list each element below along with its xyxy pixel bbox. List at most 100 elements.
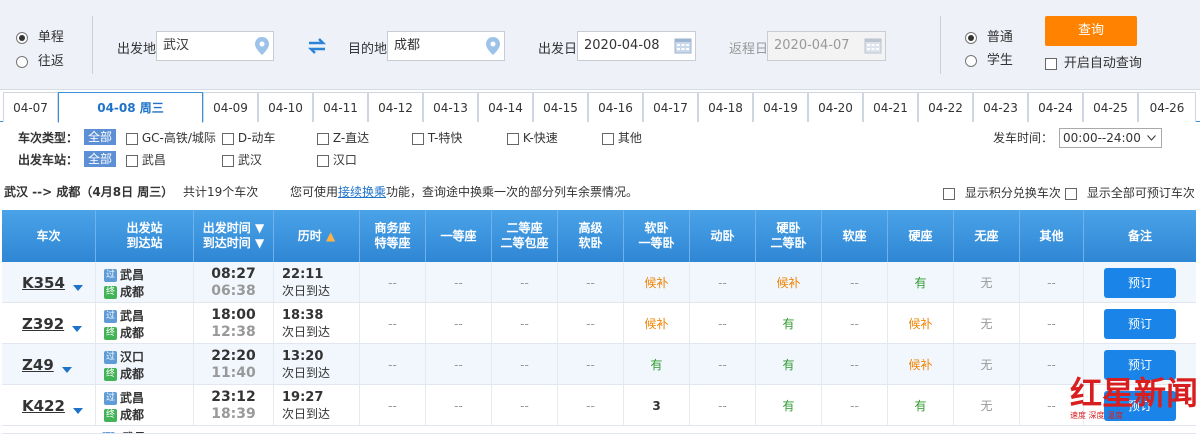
train-code[interactable]: K354 <box>22 274 65 292</box>
soft-sleeper-status: 候补 <box>644 317 669 331</box>
calendar-icon[interactable] <box>864 36 882 54</box>
points-trains-checkbox[interactable]: 显示积分兑换车次 <box>943 184 1061 201</box>
date-tab[interactable]: 04-08 周三 <box>58 92 203 123</box>
to-station: 终成都 <box>104 406 144 423</box>
to-station-name[interactable]: 成都 <box>120 367 144 381</box>
train-code[interactable]: K422 <box>22 397 65 415</box>
date-tab[interactable]: 04-20 <box>808 92 863 122</box>
book-button[interactable]: 预订 <box>1104 308 1176 339</box>
soft-seat-cell: -- <box>822 262 888 303</box>
train-type-label: 车次类型： <box>18 131 79 145</box>
no-seat-cell: 无 <box>954 262 1020 303</box>
checkbox-icon <box>222 132 234 145</box>
search-bar: 单程 往返 出发地 武汉 目的地 成都 出发日 2020-04-08 返程日 2… <box>0 0 1200 90</box>
from-station-name[interactable]: 武昌 <box>120 309 144 323</box>
train-code-cell[interactable]: K354 <box>2 262 96 303</box>
date-tab[interactable]: 04-17 <box>643 92 698 122</box>
date-tab[interactable]: 04-26 <box>1138 92 1196 122</box>
hard-seat-cell[interactable]: 候补 <box>888 344 954 385</box>
soft-sleeper-cell[interactable]: 候补 <box>624 262 690 303</box>
to-station-name[interactable]: 成都 <box>120 408 144 422</box>
soft-sleeper-status: 候补 <box>644 276 669 290</box>
soft-sleeper-cell[interactable]: 候补 <box>624 303 690 344</box>
roundtrip-radio[interactable]: 往返 <box>16 50 64 69</box>
passenger-student-radio[interactable]: 学生 <box>965 49 1013 68</box>
train-type-option[interactable]: 其他 <box>602 129 642 146</box>
train-type-all-button[interactable]: 全部 <box>84 129 116 145</box>
header-train: 车次 <box>2 210 96 262</box>
caret-down-icon[interactable] <box>72 407 83 414</box>
location-pin-icon[interactable] <box>486 37 500 55</box>
auto-query-checkbox[interactable]: 开启自动查询 <box>1045 52 1142 71</box>
duration: 22:11 <box>282 266 324 282</box>
station-option[interactable]: 汉口 <box>317 151 357 168</box>
depart-time-label: 发车时间： <box>993 131 1054 145</box>
date-tab[interactable]: 04-21 <box>863 92 918 122</box>
caret-down-icon[interactable] <box>72 284 83 291</box>
train-code-cell[interactable]: Z392 <box>2 303 96 344</box>
depart-time: 22:20 <box>211 347 256 364</box>
first-seat-cell: -- <box>426 385 492 426</box>
to-station: 终成都 <box>104 365 144 382</box>
header-duration[interactable]: 历时 ▲ <box>274 210 360 262</box>
date-tab[interactable]: 04-09 <box>203 92 258 122</box>
date-tab[interactable]: 04-11 <box>313 92 368 122</box>
second-seat-cell: -- <box>492 344 558 385</box>
header-soft1: 软卧 <box>644 221 669 235</box>
from-station-name[interactable]: 汉口 <box>120 350 144 364</box>
hard-sleeper-cell[interactable]: 候补 <box>756 262 822 303</box>
header-times[interactable]: 出发时间 ▼ 到达时间 ▼ <box>194 210 274 262</box>
book-button[interactable]: 预订 <box>1104 267 1176 298</box>
date-tab[interactable]: 04-25 <box>1083 92 1138 122</box>
transfer-link[interactable]: 接续换乘 <box>338 185 386 199</box>
checkbox-icon <box>412 132 424 145</box>
date-tab[interactable]: 04-10 <box>258 92 313 122</box>
from-station-name[interactable]: 武昌 <box>120 391 144 405</box>
caret-down-icon[interactable] <box>61 366 72 373</box>
train-code-cell[interactable]: K422 <box>2 385 96 426</box>
move-sleeper-cell: -- <box>690 385 756 426</box>
to-station-name[interactable]: 成都 <box>120 326 144 340</box>
header-dep-time: 出发时间 ▼ <box>203 221 264 236</box>
train-type-option[interactable]: T-特快 <box>412 129 462 146</box>
train-code[interactable]: Z392 <box>22 315 64 333</box>
oneway-radio[interactable]: 单程 <box>16 26 64 45</box>
hard-sleeper-cell: 有 <box>756 385 822 426</box>
calendar-icon[interactable] <box>674 36 692 54</box>
depart-time-select[interactable]: 00:00--24:00 <box>1059 128 1162 148</box>
soft-sleeper-status: 3 <box>652 398 661 413</box>
soft-seat-status: -- <box>850 398 859 413</box>
bookable-trains-checkbox[interactable]: 显示全部可预订车次 <box>1065 184 1195 201</box>
query-button[interactable]: 查询 <box>1045 16 1137 46</box>
location-pin-icon[interactable] <box>255 37 269 55</box>
hard-seat-status: 候补 <box>908 317 933 331</box>
train-type-option[interactable]: D-动车 <box>222 129 275 146</box>
passenger-normal-radio[interactable]: 普通 <box>965 26 1013 45</box>
train-type-option[interactable]: K-快速 <box>507 129 558 146</box>
to-station-name[interactable]: 成都 <box>120 285 144 299</box>
to-label: 目的地 <box>348 42 388 57</box>
date-tab[interactable]: 04-23 <box>973 92 1028 122</box>
train-type-option[interactable]: GC-高铁/城际 <box>126 129 216 146</box>
swap-arrows-icon[interactable] <box>307 38 327 54</box>
date-tab[interactable]: 04-14 <box>478 92 533 122</box>
station-all-button[interactable]: 全部 <box>84 151 116 167</box>
date-tab[interactable]: 04-15 <box>533 92 588 122</box>
date-tab[interactable]: 04-07 <box>3 92 58 122</box>
station-option[interactable]: 武昌 <box>126 151 166 168</box>
hard-seat-cell[interactable]: 候补 <box>888 303 954 344</box>
date-tab[interactable]: 04-12 <box>368 92 423 122</box>
header-hard-seat: 硬座 <box>888 210 954 262</box>
date-tab[interactable]: 04-18 <box>698 92 753 122</box>
date-tab[interactable]: 04-16 <box>588 92 643 122</box>
train-code[interactable]: Z49 <box>22 356 54 374</box>
station-option[interactable]: 武汉 <box>222 151 262 168</box>
train-type-option[interactable]: Z-直达 <box>317 129 369 146</box>
date-tab[interactable]: 04-22 <box>918 92 973 122</box>
from-station-name[interactable]: 武昌 <box>120 268 144 282</box>
train-code-cell[interactable]: Z49 <box>2 344 96 385</box>
date-tab[interactable]: 04-24 <box>1028 92 1083 122</box>
date-tab[interactable]: 04-13 <box>423 92 478 122</box>
caret-down-icon[interactable] <box>72 325 83 332</box>
date-tab[interactable]: 04-19 <box>753 92 808 122</box>
